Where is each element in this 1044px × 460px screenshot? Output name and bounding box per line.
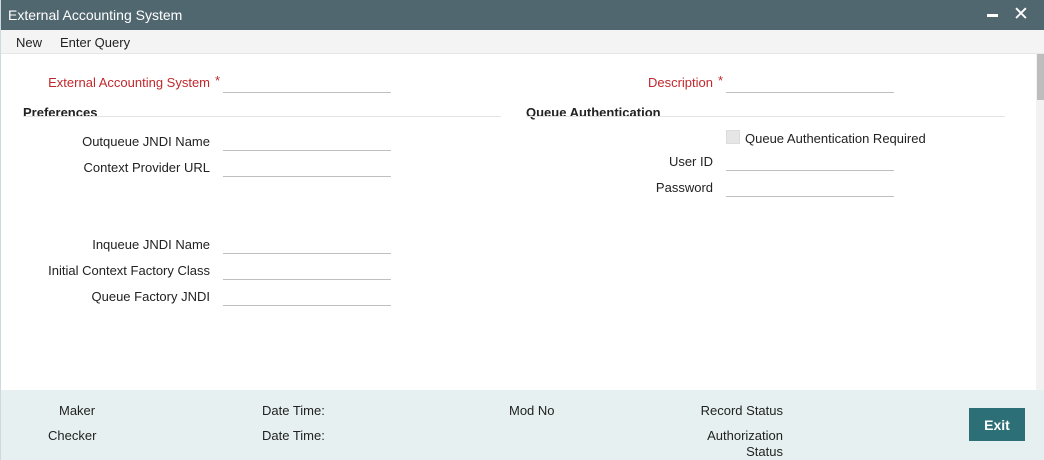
external-accounting-system-label: External Accounting System <box>48 75 210 90</box>
context-provider-url-label: Context Provider URL <box>83 160 210 175</box>
maker-label: Maker <box>59 403 96 418</box>
mod-no-label: Mod No <box>509 403 555 418</box>
checker-label: Checker <box>48 428 97 443</box>
required-marker: * <box>718 73 724 88</box>
queue-factory-jndi-label: Queue Factory JNDI <box>91 289 211 304</box>
user-id-input[interactable] <box>726 151 894 171</box>
title-bar: External Accounting System ✕ <box>1 0 1044 30</box>
password-input[interactable] <box>726 177 894 197</box>
queue-factory-jndi-input[interactable] <box>223 286 391 306</box>
outqueue-jndi-input[interactable] <box>223 131 391 151</box>
record-status-label: Record Status <box>700 403 783 418</box>
vertical-scrollbar[interactable] <box>1036 54 1044 390</box>
menu-bar: New Enter Query <box>1 30 1044 54</box>
exit-button[interactable]: Exit <box>969 408 1025 441</box>
menu-item-new[interactable]: New <box>16 35 42 50</box>
context-provider-url-input[interactable] <box>223 157 391 177</box>
scrollbar-thumb[interactable] <box>1037 54 1044 100</box>
checker-date-time-label: Date Time: <box>262 428 325 443</box>
description-input[interactable] <box>726 73 894 93</box>
queue-authentication-section-title: Queue Authentication <box>526 105 661 120</box>
description-label: Description <box>647 75 713 90</box>
preferences-section-title: Preferences <box>23 105 98 120</box>
menu-item-enter-query[interactable]: Enter Query <box>60 35 130 50</box>
queue-authentication-required-label: Queue Authentication Required <box>745 131 926 146</box>
authorization-status-label-line2: Status <box>746 444 783 459</box>
inqueue-jndi-label: Inqueue JNDI Name <box>92 237 210 252</box>
audit-footer <box>1 390 1044 460</box>
window-title: External Accounting System <box>8 7 183 23</box>
inqueue-jndi-input[interactable] <box>223 234 391 254</box>
authorization-status-label-line1: Authorization <box>707 428 783 443</box>
close-icon[interactable]: ✕ <box>1013 3 1029 27</box>
outqueue-jndi-label: Outqueue JNDI Name <box>82 134 210 149</box>
initial-context-factory-input[interactable] <box>223 260 391 280</box>
initial-context-factory-label: Initial Context Factory Class <box>48 263 210 278</box>
queue-authentication-divider <box>526 116 1005 117</box>
preferences-divider <box>23 116 501 117</box>
minimize-icon[interactable] <box>985 2 1001 28</box>
required-marker: * <box>215 73 221 88</box>
user-id-label: User ID <box>668 154 713 169</box>
external-accounting-system-input[interactable] <box>223 73 391 93</box>
password-label: Password <box>655 180 713 195</box>
maker-date-time-label: Date Time: <box>262 403 325 418</box>
external-accounting-window: External Accounting System ✕ New Enter Q… <box>0 0 1044 460</box>
queue-authentication-required-checkbox[interactable] <box>726 130 740 144</box>
